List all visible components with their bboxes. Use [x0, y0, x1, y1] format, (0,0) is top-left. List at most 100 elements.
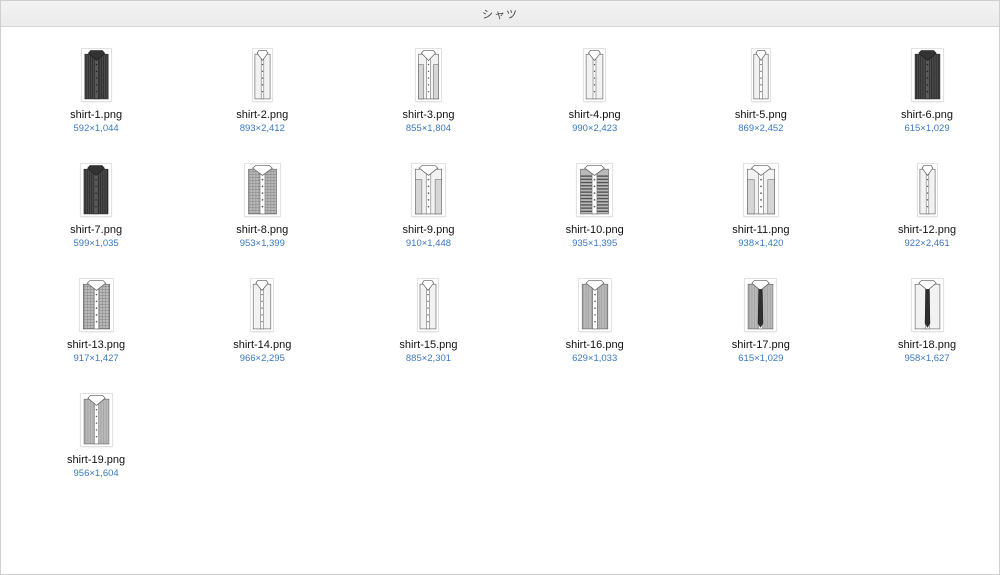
image-thumbnail[interactable]	[577, 164, 613, 216]
shirt-illustration	[82, 280, 110, 330]
image-dimensions: 885×2,301	[405, 353, 452, 364]
shirt-illustration	[254, 50, 271, 100]
file-item[interactable]: shirt-3.png 855×1,804	[345, 47, 511, 162]
file-name: shirt-16.png	[565, 339, 624, 351]
image-thumbnail[interactable]	[80, 394, 112, 446]
file-thumbnail-area[interactable]	[726, 47, 796, 103]
file-name: shirt-2.png	[236, 109, 289, 121]
file-item[interactable]: shirt-11.png 938×1,420	[678, 162, 844, 277]
image-thumbnail[interactable]	[917, 164, 937, 216]
finder-window: シャツ shirt-1.png 592×1,044 shirt-2.png 893×2…	[0, 0, 1000, 575]
shirt-illustration	[247, 165, 277, 215]
file-thumbnail-area[interactable]	[726, 162, 796, 218]
shirt-illustration	[83, 165, 109, 215]
file-name: shirt-14.png	[233, 339, 292, 351]
image-thumbnail[interactable]	[79, 279, 113, 331]
image-thumbnail[interactable]	[252, 49, 272, 101]
file-item[interactable]: shirt-17.png 615×1,029	[678, 277, 844, 392]
file-icon-view[interactable]: shirt-1.png 592×1,044 shirt-2.png 893×2,412…	[1, 27, 999, 574]
image-thumbnail[interactable]	[911, 49, 943, 101]
image-dimensions: 935×1,395	[572, 238, 618, 249]
file-item[interactable]: shirt-4.png 990×2,423	[512, 47, 678, 162]
image-thumbnail[interactable]	[251, 279, 274, 331]
file-thumbnail-area[interactable]	[61, 392, 131, 448]
file-thumbnail-area[interactable]	[892, 277, 962, 333]
image-dimensions: 592×1,044	[73, 123, 119, 134]
file-item[interactable]: shirt-7.png 599×1,035	[13, 162, 179, 277]
image-dimensions: 958×1,627	[904, 353, 950, 364]
image-thumbnail[interactable]	[244, 164, 280, 216]
image-thumbnail[interactable]	[81, 49, 111, 101]
file-item[interactable]: shirt-6.png 615×1,029	[844, 47, 1000, 162]
file-item[interactable]: shirt-2.png 893×2,412	[179, 47, 345, 162]
image-dimensions: 910×1,448	[405, 238, 452, 249]
file-thumbnail-area[interactable]	[227, 162, 297, 218]
file-item[interactable]: shirt-18.png 958×1,627	[844, 277, 1000, 392]
file-item[interactable]: shirt-9.png 910×1,448	[345, 162, 511, 277]
shirt-illustration	[418, 50, 439, 100]
file-name: shirt-12.png	[897, 224, 957, 236]
file-item[interactable]: shirt-12.png 922×2,461	[844, 162, 1000, 277]
shirt-illustration	[253, 280, 272, 330]
file-thumbnail-area[interactable]	[393, 277, 463, 333]
image-dimensions: 869×2,452	[738, 123, 784, 134]
image-thumbnail[interactable]	[415, 49, 441, 101]
file-name: shirt-7.png	[70, 224, 123, 236]
shirt-illustration	[585, 50, 604, 100]
image-thumbnail[interactable]	[745, 279, 777, 331]
image-dimensions: 615×1,029	[738, 353, 784, 364]
file-item[interactable]: shirt-16.png 629×1,033	[512, 277, 678, 392]
file-thumbnail-area[interactable]	[61, 47, 131, 103]
image-thumbnail[interactable]	[418, 279, 439, 331]
image-thumbnail[interactable]	[911, 279, 943, 331]
file-name: shirt-10.png	[565, 224, 624, 236]
file-name: shirt-6.png	[901, 109, 954, 121]
file-item[interactable]: shirt-13.png 917×1,427	[13, 277, 179, 392]
shirt-illustration	[581, 280, 608, 330]
file-name: shirt-9.png	[402, 224, 455, 236]
file-thumbnail-area[interactable]	[227, 277, 297, 333]
shirt-illustration	[580, 165, 609, 215]
image-thumbnail[interactable]	[751, 49, 770, 101]
image-dimensions: 938×1,420	[738, 238, 784, 249]
image-dimensions: 953×1,399	[239, 238, 285, 249]
file-thumbnail-area[interactable]	[393, 47, 463, 103]
file-item[interactable]: shirt-5.png 869×2,452	[678, 47, 844, 162]
shirt-illustration	[919, 165, 935, 215]
image-thumbnail[interactable]	[578, 279, 611, 331]
file-name: shirt-4.png	[568, 109, 621, 121]
file-thumbnail-area[interactable]	[227, 47, 297, 103]
file-item[interactable]: shirt-14.png 966×2,295	[179, 277, 345, 392]
shirt-illustration	[753, 50, 769, 100]
file-thumbnail-area[interactable]	[726, 277, 796, 333]
file-name: shirt-13.png	[67, 339, 126, 351]
shirt-illustration	[83, 395, 109, 445]
image-thumbnail[interactable]	[743, 164, 778, 216]
file-thumbnail-area[interactable]	[560, 47, 630, 103]
file-thumbnail-area[interactable]	[393, 162, 463, 218]
file-thumbnail-area[interactable]	[560, 277, 630, 333]
image-dimensions: 966×2,295	[239, 353, 285, 364]
file-item[interactable]: shirt-15.png 885×2,301	[345, 277, 511, 392]
image-thumbnail[interactable]	[584, 49, 606, 101]
file-item[interactable]: shirt-10.png 935×1,395	[512, 162, 678, 277]
file-thumbnail-area[interactable]	[61, 277, 131, 333]
file-name: shirt-19.png	[67, 454, 126, 466]
file-thumbnail-area[interactable]	[61, 162, 131, 218]
window-titlebar[interactable]: シャツ	[1, 1, 999, 27]
window-title: シャツ	[482, 8, 518, 21]
file-thumbnail-area[interactable]	[892, 47, 962, 103]
image-thumbnail[interactable]	[81, 164, 112, 216]
file-item[interactable]: shirt-1.png 592×1,044	[13, 47, 179, 162]
file-name: shirt-17.png	[731, 339, 790, 351]
image-thumbnail[interactable]	[411, 164, 445, 216]
file-name: shirt-1.png	[70, 109, 123, 121]
file-item[interactable]: shirt-19.png 956×1,604	[13, 392, 179, 507]
shirt-illustration	[746, 165, 775, 215]
shirt-illustration	[84, 50, 108, 100]
file-item[interactable]: shirt-8.png 953×1,399	[179, 162, 345, 277]
file-thumbnail-area[interactable]	[560, 162, 630, 218]
image-dimensions: 917×1,427	[73, 353, 119, 364]
file-thumbnail-area[interactable]	[892, 162, 962, 218]
image-dimensions: 922×2,461	[904, 238, 950, 249]
